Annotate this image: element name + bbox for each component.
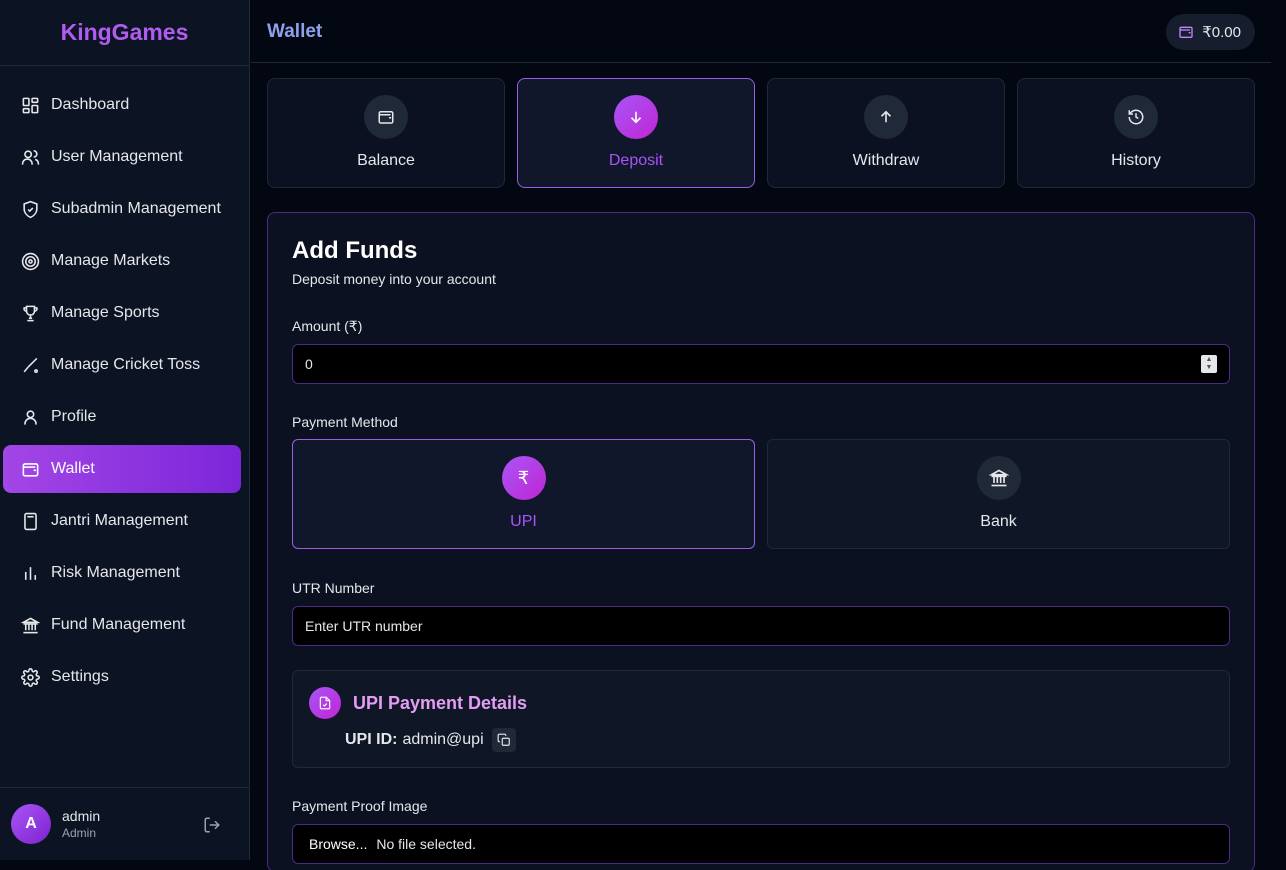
sidebar-item-label: User Management [51, 148, 183, 165]
tab-deposit[interactable]: Deposit [517, 78, 755, 188]
file-check-icon [309, 687, 341, 719]
sidebar-item-jantri-management[interactable]: Jantri Management [3, 497, 241, 545]
method-upi[interactable]: ₹ UPI [292, 439, 755, 549]
method-bank[interactable]: Bank [767, 439, 1230, 549]
amount-label: Amount (₹) [292, 318, 363, 334]
sidebar-item-label: Jantri Management [51, 512, 188, 529]
trophy-icon [20, 303, 40, 323]
browse-button[interactable]: Browse... [309, 836, 367, 852]
sidebar-item-dashboard[interactable]: Dashboard [3, 81, 241, 129]
tab-label: History [1111, 152, 1161, 169]
utr-label: UTR Number [292, 580, 375, 596]
balance-chip[interactable]: ₹0.00 [1166, 14, 1255, 50]
tab-label: Balance [357, 152, 415, 169]
card-title: Add Funds [292, 237, 418, 264]
topbar: Wallet ₹0.00 [251, 1, 1271, 63]
brand-logo: KingGames [0, 0, 249, 66]
users-icon [20, 147, 40, 167]
sidebar-item-label: Manage Cricket Toss [51, 356, 201, 373]
sidebar: KingGames Dashboard User Management Suba… [0, 0, 250, 860]
amount-input[interactable] [305, 356, 1217, 372]
upi-id-value: admin@upi [402, 731, 484, 748]
sidebar-item-label: Profile [51, 408, 97, 425]
arrow-up-icon [864, 95, 908, 139]
shield-icon [20, 199, 40, 219]
upi-id-row: UPI ID: admin@upi [345, 728, 516, 752]
payment-methods: ₹ UPI Bank [292, 439, 1230, 549]
bank-icon [976, 456, 1021, 500]
upi-id-label: UPI ID: [345, 731, 398, 748]
sidebar-item-manage-sports[interactable]: Manage Sports [3, 289, 241, 337]
dashboard-icon [20, 95, 40, 115]
upi-details-panel: UPI Payment Details UPI ID: admin@upi [292, 670, 1230, 768]
card-subtitle: Deposit money into your account [292, 271, 496, 287]
method-label: Bank [980, 513, 1017, 530]
payment-method-label: Payment Method [292, 414, 398, 430]
wallet-tabs: Balance Deposit Withdraw History [267, 78, 1255, 188]
file-status: No file selected. [376, 836, 476, 852]
tab-label: Withdraw [852, 152, 920, 169]
user-name: admin [62, 808, 101, 824]
user-panel: A admin Admin [0, 787, 249, 860]
wallet-icon [1178, 24, 1194, 40]
upi-details-title: UPI Payment Details [353, 692, 528, 713]
sidebar-item-risk-management[interactable]: Risk Management [3, 549, 241, 597]
user-role: Admin [62, 826, 97, 840]
sidebar-item-user-management[interactable]: User Management [3, 133, 241, 181]
rupee-icon: ₹ [501, 456, 546, 500]
tab-balance[interactable]: Balance [267, 78, 505, 188]
copy-icon [497, 733, 510, 746]
amount-stepper[interactable]: ▲ ▼ [1201, 355, 1217, 373]
page-title: Wallet [267, 21, 323, 42]
sidebar-item-label: Settings [51, 668, 109, 685]
sidebar-item-label: Dashboard [51, 96, 130, 113]
tab-history[interactable]: History [1017, 78, 1255, 188]
sidebar-item-settings[interactable]: Settings [3, 653, 241, 701]
avatar: A [11, 804, 51, 844]
sidebar-item-wallet[interactable]: Wallet [3, 445, 241, 493]
tab-label: Deposit [608, 152, 664, 169]
utr-field-wrapper [292, 606, 1230, 646]
bank-icon [20, 615, 40, 635]
sidebar-item-label: Risk Management [51, 564, 180, 581]
proof-file-input[interactable]: Browse... No file selected. [292, 824, 1230, 864]
cricket-bat-icon [20, 355, 40, 375]
sidebar-item-manage-markets[interactable]: Manage Markets [3, 237, 241, 285]
wallet-icon [364, 95, 408, 139]
logout-icon[interactable] [203, 816, 221, 834]
sidebar-item-label: Manage Sports [51, 304, 160, 321]
sidebar-item-label: Subadmin Management [51, 200, 221, 217]
sidebar-item-subadmin-management[interactable]: Subadmin Management [3, 185, 241, 233]
sidebar-item-label: Wallet [51, 460, 95, 477]
target-icon [20, 251, 40, 271]
user-meta: admin Admin [62, 808, 100, 840]
sidebar-item-profile[interactable]: Profile [3, 393, 241, 441]
history-icon [1114, 95, 1158, 139]
sidebar-nav: Dashboard User Management Subadmin Manag… [0, 66, 249, 701]
amount-field-wrapper: ▲▼ [292, 344, 1230, 384]
balance-amount: ₹0.00 [1202, 24, 1241, 41]
calculator-icon [20, 511, 40, 531]
copy-button[interactable] [491, 728, 516, 752]
user-icon [20, 407, 40, 427]
arrow-down-icon [614, 95, 658, 139]
add-funds-card: Add Funds Deposit money into your accoun… [267, 212, 1255, 870]
sidebar-item-label: Manage Markets [51, 252, 171, 269]
upi-details-header: UPI Payment Details [309, 687, 527, 719]
utr-input[interactable] [305, 618, 1217, 634]
tab-withdraw[interactable]: Withdraw [767, 78, 1005, 188]
gear-icon [20, 667, 40, 687]
sidebar-item-fund-management[interactable]: Fund Management [3, 601, 241, 649]
method-label: UPI [510, 513, 537, 530]
wallet-icon [20, 459, 40, 479]
sidebar-item-manage-cricket-toss[interactable]: Manage Cricket Toss [3, 341, 241, 389]
bar-chart-icon [20, 563, 40, 583]
sidebar-item-label: Fund Management [51, 616, 186, 633]
proof-label: Payment Proof Image [292, 798, 428, 814]
